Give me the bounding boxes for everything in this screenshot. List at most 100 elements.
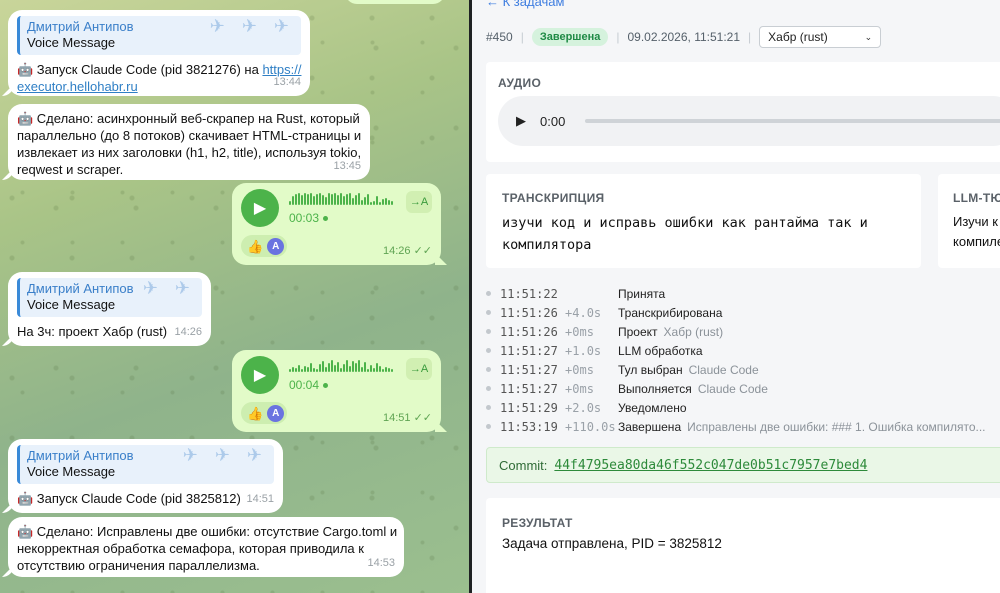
message-partial [345,0,445,4]
project-select-value: Хабр (rust) [768,30,828,44]
message-time: 14:26 ✓✓ [383,243,432,260]
transcribe-button[interactable]: →A [406,358,432,380]
log-event: Завершена [618,419,682,434]
transcript-text: изучи код и исправь ошибки как рантайма … [502,212,868,256]
commit-bar: Commit: 44f4795ea80da46f552c047de0b51c79… [486,447,1000,483]
voice-message-outgoing[interactable]: ▶ 00:03 →A 👍 A 14:26 ✓✓ [232,183,441,265]
log-row: 11:51:22 Принята [486,284,986,303]
log-time: 11:51:26 [500,305,558,320]
transcript-line: компилятора [502,237,592,253]
log-detail: Исправлены две ошибки: ### 1. Ошибка ком… [687,419,986,434]
message-incoming[interactable]: Дмитрий Антипов Voice Message ✈ ✈ На 3ч:… [8,272,211,346]
log-time-cell: 11:51:26 +0ms [500,325,618,339]
result-text: Задача отправлена, PID = 3825812 [502,536,722,551]
commit-hash-link[interactable]: 44f4795ea80da46f552c047de0b51c7957e7bed4 [554,458,867,473]
avatar: A [267,404,285,422]
quote-text: Voice Message [27,297,116,312]
log-detail: Claude Code [688,362,759,377]
reaction-pill[interactable]: 👍 A [241,402,288,424]
project-select[interactable]: Хабр (rust) ⌄ [759,26,882,48]
log-delta: +1.0s [565,343,602,358]
log-time-cell: 11:51:29 +2.0s [500,401,618,415]
play-icon[interactable]: ▶ [516,113,526,129]
message-time: 14:51 ✓✓ [383,410,432,427]
llm-line: компиле [953,234,1000,249]
message-incoming[interactable]: 🤖 Сделано: асинхронный веб-скрапер на Ru… [8,104,370,180]
log-delta: +0ms [565,381,594,396]
message-line: 🤖 Сделано: асинхронный веб-скрапер на Ru… [17,111,360,126]
voice-waveform[interactable]: 00:04 [289,360,393,394]
commit-label: Commit: [499,457,548,473]
waveform-bars [289,193,393,205]
log-dot [486,367,491,372]
message-link-continued[interactable]: executor.hellohabr.ru [17,78,301,95]
llm-card: LLM-ТЮ Изучи к компиле [938,174,1000,268]
voice-waveform[interactable]: 00:03 [289,193,393,227]
log-time: 11:51:29 [500,400,558,415]
log-event: Уведомлено [618,400,687,415]
message-time: 14:53 [367,557,395,569]
transcribe-button[interactable]: →A [406,191,432,213]
log-dot [486,329,491,334]
message-time-text: 14:26 [382,245,411,257]
log-dot [486,386,491,391]
voice-duration-text: 00:04 [289,378,320,392]
log-delta: +0ms [565,362,594,377]
reply-quote[interactable]: Дмитрий Антипов Voice Message ✈ ✈ ✈ [17,445,274,484]
log-detail: Хабр (rust) [663,324,724,339]
audio-current-time: 0:00 [540,113,566,129]
message-time: 14:51 [246,493,274,505]
quote-text: Voice Message [27,464,116,479]
message-text: 🤖 Запуск Claude Code (pid 3821276) на ht… [17,61,301,78]
message-incoming[interactable]: Дмитрий Антипов Voice Message ✈ ✈ ✈ 🤖 За… [8,439,283,513]
log-event: Тул выбран [618,362,683,377]
log-time-cell: 11:51:27 +0ms [500,363,618,377]
reply-quote[interactable]: Дмитрий Антипов Voice Message ✈ ✈ [17,278,202,317]
log-detail: Claude Code [697,381,768,396]
log-event: LLM обработка [618,343,703,358]
reaction-emoji: 👍 [247,405,264,421]
reply-quote[interactable]: Дмитрий Антипов Voice Message ✈ ✈ ✈ [17,16,301,55]
transcript-card: ТРАНСКРИПЦИЯ изучи код и исправь ошибки … [486,174,921,268]
log-delta: +4.0s [565,305,602,320]
quote-text: Voice Message [27,35,116,50]
play-icon[interactable]: ▶ [241,189,279,227]
log-time: 11:53:19 [500,419,558,434]
log-dot [486,348,491,353]
log-event: Принята [618,286,666,301]
message-incoming[interactable]: Дмитрий Антипов Voice Message ✈ ✈ ✈ 🤖 За… [8,10,310,96]
quote-pattern: ✈ ✈ ✈ [182,445,268,465]
play-icon[interactable]: ▶ [241,356,279,394]
task-detail-panel: ← К задачам #450 | Завершена | 09.02.202… [472,0,1000,593]
llm-line: Изучи к [953,214,998,229]
chevron-down-icon: ⌄ [864,31,873,42]
message-incoming[interactable]: 🤖 Сделано: Исправлены две ошибки: отсутс… [8,517,404,577]
voice-message-outgoing[interactable]: ▶ 00:04 →A 👍 A 14:51 ✓✓ [232,350,441,432]
log-time: 11:51:26 [500,324,558,339]
voice-duration: 00:04 [289,377,393,394]
message-line: reqwest и scraper. [17,162,124,177]
log-row: 11:51:29 +2.0s Уведомлено [486,398,986,417]
message-line: отсутствию ограничения параллелизма. [17,558,260,573]
unplayed-dot [323,383,329,389]
unplayed-dot [323,216,329,222]
chat-window: Дмитрий Антипов Voice Message ✈ ✈ ✈ 🤖 За… [0,0,469,593]
back-to-tasks-link[interactable]: ← К задачам [486,0,564,9]
log-row: 11:51:27 +0ms Тул выбран Claude Code [486,360,986,379]
quote-pattern: ✈ ✈ ✈ [209,16,295,36]
message-text: 🤖 Запуск Claude Code (pid 3825812) [17,491,241,506]
avatar: A [267,237,285,255]
llm-text: Изучи к компиле [953,212,1000,252]
log-row: 11:53:19 +110.0s Завершена Исправлены две … [486,417,986,436]
audio-player[interactable]: ▶ 0:00 [498,96,1000,146]
separator: | [748,30,752,44]
voice-player: ▶ 00:04 [241,356,432,394]
task-header: #450 | Завершена | 09.02.2026, 11:51:21 … [486,26,882,48]
audio-progress-track[interactable] [585,119,1000,123]
log-dot [486,405,491,410]
reaction-pill[interactable]: 👍 A [241,235,288,257]
message-line: 🤖 Сделано: Исправлены две ошибки: отсутс… [17,524,398,539]
log-dot [486,424,491,429]
message-time: 13:44 [273,76,301,88]
message-line: некорректная обработка семафора, которая… [17,541,364,556]
